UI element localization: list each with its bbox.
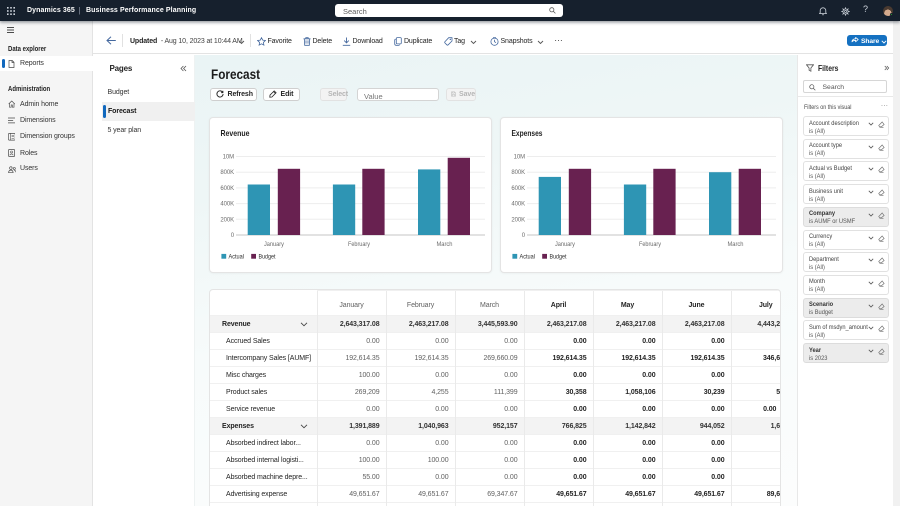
svg-text:March: March [437,242,453,248]
svg-text:0: 0 [231,233,235,239]
svg-text:10M: 10M [223,155,234,161]
svg-text:February: February [639,242,661,248]
svg-text:200K: 200K [220,217,234,223]
svg-text:10M: 10M [514,155,525,161]
svg-text:January: January [264,242,284,248]
svg-text:Actual: Actual [229,254,245,261]
svg-text:March: March [728,242,744,248]
svg-text:800K: 800K [511,170,525,176]
svg-text:800K: 800K [220,170,234,176]
svg-text:Revenue: Revenue [221,128,250,138]
svg-text:400K: 400K [220,202,234,208]
svg-text:February: February [348,242,370,248]
svg-text:Actual: Actual [520,254,536,261]
svg-text:600K: 600K [511,186,525,192]
svg-text:200K: 200K [511,217,525,223]
svg-text:Budget: Budget [550,254,567,261]
svg-text:400K: 400K [511,202,525,208]
svg-text:600K: 600K [220,186,234,192]
svg-text:January: January [555,242,575,248]
svg-text:Expenses: Expenses [512,128,543,138]
svg-text:Budget: Budget [259,254,276,261]
svg-text:0: 0 [522,233,526,239]
